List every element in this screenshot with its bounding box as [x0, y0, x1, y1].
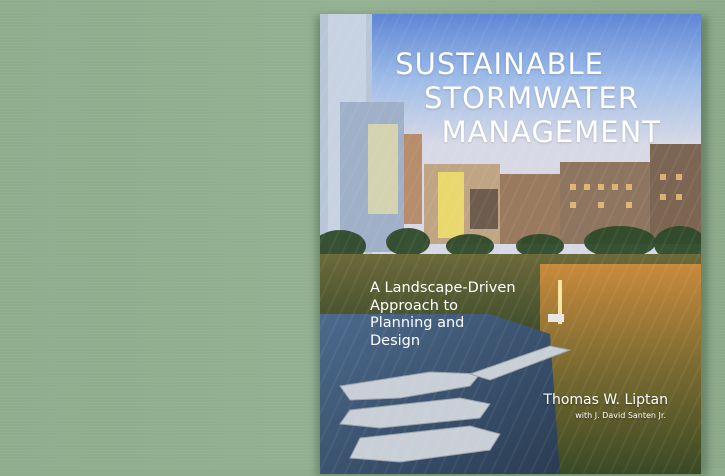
subtitle-line-4: Design: [370, 332, 421, 349]
title-line-3: MANAGEMENT: [441, 115, 661, 149]
author-name: Thomas W. Liptan: [543, 392, 668, 408]
subtitle-line-3: Planning and: [370, 315, 465, 331]
book-cover: SUSTAINABLE STORMWATER MANAGEMENT A Land…: [320, 14, 701, 474]
title-line-2: STORMWATER: [424, 81, 639, 115]
subtitle-line-1: A Landscape-Driven: [370, 280, 516, 296]
subtitle-line-2: Approach to: [370, 297, 459, 314]
subtitle: A Landscape-Driven Approach to Planning …: [370, 280, 545, 350]
title-line-1: SUSTAINABLE: [395, 47, 604, 81]
coauthor-name: with J. David Santen Jr.: [575, 411, 666, 420]
